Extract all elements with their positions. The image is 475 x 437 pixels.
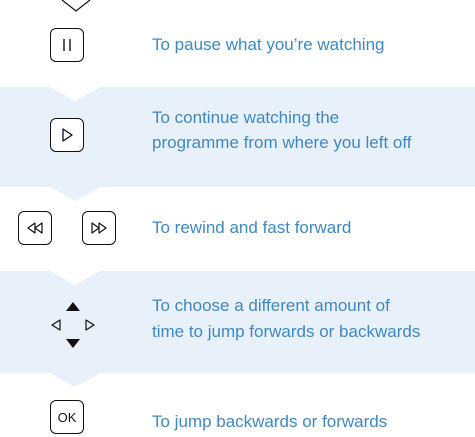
play-icon [50,118,84,152]
rewind-icon [18,211,52,245]
ok-key-label: OK [57,409,77,425]
dpad-icon [51,302,95,348]
pause-icon [50,28,84,62]
continue-description-line1: To continue watching the [152,108,340,127]
divider-notch [50,87,100,101]
divider-notch [50,271,100,285]
choose-description-line1: To choose a different amount of [152,296,390,315]
rewind-description: To rewind and fast forward [152,218,352,237]
divider-notch [50,373,100,387]
top-chevron-icon [61,0,91,12]
choose-description-line2: time to jump forwards or backwards [152,322,421,341]
ok-icon: OK [50,400,84,434]
divider-notch [50,187,100,201]
jump-description: To jump backwards or forwards [152,412,388,431]
pause-description: To pause what you’re watching [152,35,385,54]
continue-description-line2: programme from where you left off [152,133,412,152]
fast-forward-icon [82,211,116,245]
